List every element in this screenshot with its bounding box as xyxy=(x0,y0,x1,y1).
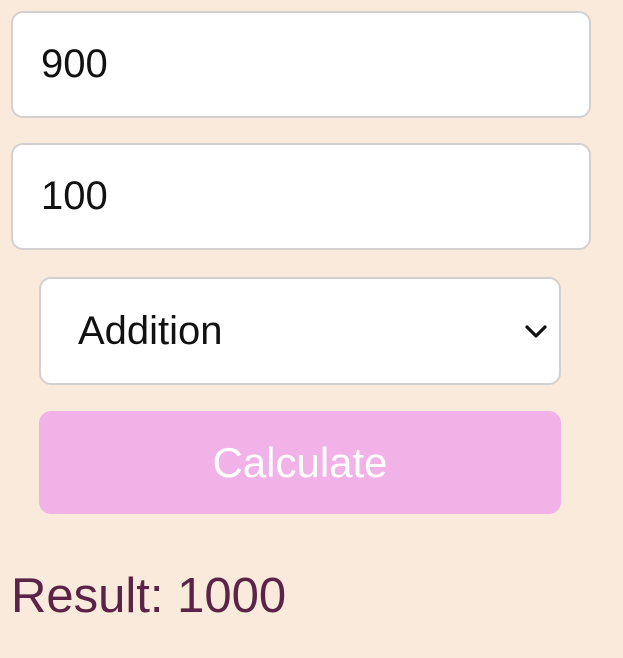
calculate-button[interactable]: Calculate xyxy=(39,411,561,514)
chevron-down-icon xyxy=(525,325,547,338)
second-number-input[interactable]: 100 xyxy=(11,143,591,250)
first-number-input[interactable]: 900 xyxy=(11,11,591,118)
result-text: Result: 1000 xyxy=(11,569,287,623)
second-number-value: 100 xyxy=(41,174,108,218)
calculate-button-label: Calculate xyxy=(212,438,388,486)
operation-select[interactable]: Addition xyxy=(39,277,561,385)
operation-selected-value: Addition xyxy=(78,308,223,353)
first-number-value: 900 xyxy=(41,42,108,86)
